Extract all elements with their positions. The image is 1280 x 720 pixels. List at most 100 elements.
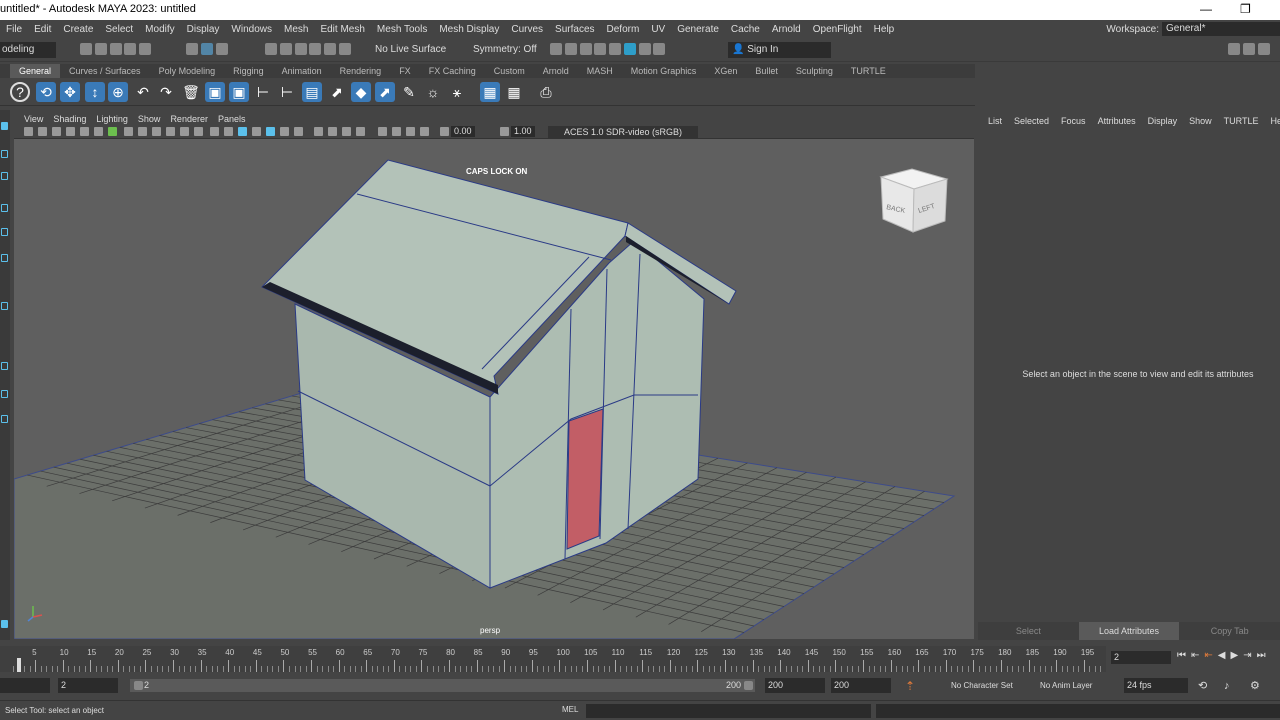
loop-icon[interactable]: ⟲ — [1198, 679, 1207, 693]
rotate-tool-button[interactable] — [1, 228, 8, 236]
render-settings-icon[interactable] — [594, 43, 607, 56]
textured-icon[interactable] — [252, 127, 261, 136]
camera-attributes-icon[interactable] — [24, 127, 33, 136]
shadows-icon[interactable] — [280, 127, 289, 136]
auto-key-icon[interactable]: ⇡ — [905, 679, 915, 693]
menu-surfaces[interactable]: Surfaces — [549, 24, 600, 35]
gamma-field[interactable]: 1.00 — [511, 126, 535, 137]
shelf-tab-general[interactable]: General — [10, 64, 61, 78]
lasso-tool-button[interactable] — [1, 150, 8, 158]
shelf-tab-xgen[interactable]: XGen — [705, 64, 746, 78]
select-tool-icon[interactable]: ⟲ — [36, 82, 56, 102]
shelf-tab-fx-caching[interactable]: FX Caching — [420, 64, 485, 78]
menu-modify[interactable]: Modify — [139, 24, 180, 35]
snap-curve-icon[interactable] — [279, 43, 292, 56]
viewcube[interactable]: BACK LEFT — [879, 168, 949, 233]
render-view-icon[interactable] — [638, 43, 651, 56]
field-guide-icon[interactable] — [194, 127, 203, 136]
redo-shelf-icon[interactable]: ↷ — [156, 82, 176, 102]
workspace-dropdown[interactable]: General* — [1162, 22, 1280, 36]
safe-action-icon[interactable] — [166, 127, 175, 136]
menu-cache[interactable]: Cache — [725, 24, 766, 35]
play-backwards-icon[interactable]: ◀ — [1218, 650, 1226, 661]
command-line-input[interactable] — [586, 704, 871, 718]
anim-layer-dropdown[interactable]: No Anim Layer — [1040, 679, 1092, 693]
resolution-gate-icon[interactable] — [152, 127, 161, 136]
animation-start-field[interactable]: 2 — [58, 678, 118, 693]
outliner-toggle-button[interactable] — [1, 620, 8, 628]
shelf-tab-poly-modeling[interactable]: Poly Modeling — [150, 64, 225, 78]
viewport-menu-panels[interactable]: Panels — [213, 114, 251, 124]
sound-icon[interactable]: ♪ — [1224, 679, 1230, 693]
snap-grid-icon[interactable] — [265, 43, 277, 56]
hypershade-icon[interactable] — [609, 43, 622, 56]
attribute-menu-focus[interactable]: Focus — [1055, 116, 1092, 126]
current-frame-field[interactable]: 2 — [1111, 651, 1171, 664]
shelf-tab-rendering[interactable]: Rendering — [331, 64, 391, 78]
shelf-tab-mash[interactable]: MASH — [578, 64, 622, 78]
delete-icon[interactable]: 🗑 — [181, 82, 201, 102]
range-slider-end-handle[interactable] — [744, 681, 753, 690]
shelf-tab-fx[interactable]: FX — [390, 64, 420, 78]
snap-together-icon[interactable]: ⬈ — [327, 82, 347, 102]
isolate-select-icon[interactable] — [378, 127, 387, 136]
menu-mesh-tools[interactable]: Mesh Tools — [371, 24, 433, 35]
exposure-icon[interactable] — [440, 127, 449, 136]
grid-toggle-icon[interactable] — [124, 127, 133, 136]
undo-icon[interactable] — [124, 43, 137, 56]
sign-in-dropdown[interactable]: 👤 Sign In — [728, 42, 831, 58]
menu-help[interactable]: Help — [868, 24, 901, 35]
arnold-render-icon[interactable] — [623, 43, 636, 56]
viewport-menu-show[interactable]: Show — [133, 114, 166, 124]
snap-live-icon[interactable] — [338, 43, 351, 56]
attribute-menu-attributes[interactable]: Attributes — [1092, 116, 1142, 126]
render-snapshot-icon[interactable]: ⎙ — [536, 82, 556, 102]
camera-bookmark-icon[interactable] — [38, 127, 47, 136]
grid-layout-icon[interactable]: ▦ — [480, 82, 500, 102]
select-by-component-icon[interactable] — [215, 43, 228, 56]
motion-blur-icon[interactable] — [328, 127, 337, 136]
new-scene-icon[interactable] — [80, 43, 92, 56]
rotate-tool-icon[interactable]: ↕ — [85, 82, 105, 102]
open-scene-icon[interactable] — [94, 43, 107, 56]
field-chart-icon[interactable] — [94, 127, 103, 136]
load-attributes-button[interactable]: Load Attributes — [1078, 622, 1180, 640]
shelf-tab-motion-graphics[interactable]: Motion Graphics — [622, 64, 706, 78]
last-tool-button[interactable] — [1, 302, 8, 310]
playback-end-field[interactable]: 200 — [765, 678, 825, 693]
symmetry-dropdown[interactable]: Symmetry: Off — [473, 42, 537, 58]
time-ruler[interactable]: 5 10 15 20 25 30 35 40 45 50 55 60 65 70 75 80 85 90 95 100… — [0, 646, 1106, 672]
attribute-menu-display[interactable]: Display — [1142, 116, 1184, 126]
wireframe-on-shaded-icon[interactable] — [238, 127, 247, 136]
menu-mesh[interactable]: Mesh — [278, 24, 314, 35]
redo-icon[interactable] — [139, 43, 152, 56]
attribute-menu-turtle[interactable]: TURTLE — [1218, 116, 1265, 126]
menu-display[interactable]: Display — [181, 24, 226, 35]
shelf-tab-arnold[interactable]: Arnold — [534, 64, 578, 78]
gate-mask-icon[interactable] — [108, 127, 117, 136]
playback-start-field[interactable] — [0, 678, 50, 693]
restore-icon[interactable]: ❐ — [1240, 2, 1251, 16]
menu-create[interactable]: Create — [57, 24, 99, 35]
viewport-menu-renderer[interactable]: Renderer — [165, 114, 213, 124]
render-frame-icon[interactable] — [564, 43, 577, 56]
character-set-dropdown[interactable]: No Character Set — [951, 679, 1013, 693]
select-by-hierarchy-icon[interactable] — [186, 43, 198, 56]
copy-tab-button[interactable]: Copy Tab — [1179, 622, 1280, 640]
fps-dropdown[interactable]: 24 fps — [1124, 678, 1188, 693]
attribute-menu-help[interactable]: Help — [1264, 116, 1280, 126]
gamma-icon[interactable] — [500, 127, 509, 136]
lights-icon[interactable] — [266, 127, 275, 136]
image-plane-icon[interactable] — [52, 127, 61, 136]
script-language-toggle[interactable]: MEL — [562, 705, 578, 714]
cluster-icon[interactable]: ⬈ — [375, 82, 395, 102]
attribute-menu-show[interactable]: Show — [1183, 116, 1218, 126]
parent-icon[interactable]: ⊢ — [277, 82, 297, 102]
wireframe-icon[interactable] — [210, 127, 219, 136]
animation-preferences-icon[interactable]: ⚙ — [1250, 679, 1260, 693]
menu-select[interactable]: Select — [99, 24, 139, 35]
lattice-icon[interactable]: ◆ — [351, 82, 371, 102]
step-back-key-icon[interactable]: ⇤ — [1191, 650, 1199, 661]
door[interactable] — [566, 408, 604, 550]
modeling-toolkit-icon[interactable] — [1228, 43, 1240, 56]
